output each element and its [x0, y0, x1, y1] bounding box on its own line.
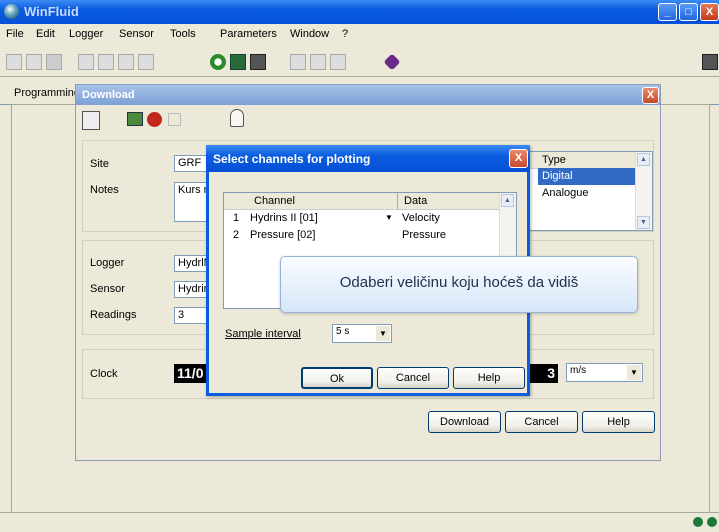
table-icon[interactable]: [98, 54, 114, 70]
stop-icon[interactable]: [147, 112, 162, 127]
type-item-label: Analogue: [542, 187, 589, 199]
scroll-up-icon[interactable]: ▲: [637, 153, 650, 166]
notes-label: Notes: [90, 184, 119, 196]
antenna-icon[interactable]: [230, 109, 244, 127]
chevron-down-icon[interactable]: ▼: [376, 326, 390, 341]
select-cursor-icon[interactable]: [82, 111, 100, 130]
unit-value: m/s: [570, 365, 587, 376]
menu-parameters[interactable]: Parameters: [220, 28, 277, 40]
type-header-label: Type: [542, 154, 566, 166]
download-help-button[interactable]: Help: [582, 411, 655, 433]
sensor-label: Sensor: [90, 283, 125, 295]
menu-tools[interactable]: Tools: [170, 28, 196, 40]
type-scrollbar[interactable]: ▲ ▼: [635, 152, 652, 230]
readings-label: Readings: [90, 309, 137, 321]
clock-display: 11/0: [174, 364, 208, 383]
logger-field: HydrlN: [174, 255, 208, 272]
download-titlebar: Download X: [76, 85, 660, 105]
clock-icon[interactable]: [210, 54, 226, 70]
document-icon[interactable]: [290, 54, 306, 70]
tab-programming[interactable]: Programming: [14, 87, 80, 99]
sample-interval-value: 5 s: [336, 326, 350, 337]
table-header: Channel Data: [224, 193, 500, 210]
edit-icon[interactable]: [78, 54, 94, 70]
type-item-label: Digital: [542, 170, 573, 182]
close-button[interactable]: X: [700, 3, 719, 21]
undo-icon[interactable]: [168, 113, 181, 126]
status-bar: [0, 512, 719, 532]
export-icon[interactable]: [118, 54, 134, 70]
settings-icon[interactable]: [330, 54, 346, 70]
minimize-button[interactable]: _: [658, 3, 677, 21]
app-titlebar: WinFluid _ □ X: [0, 0, 719, 24]
readings-field: 3: [174, 307, 208, 324]
col-channel: Channel: [254, 195, 295, 207]
type-item-digital[interactable]: Digital: [538, 168, 637, 185]
download-close-button[interactable]: X: [642, 87, 659, 104]
unit-select[interactable]: m/s ▼: [566, 363, 643, 382]
menu-help[interactable]: ?: [342, 28, 348, 40]
notes-field[interactable]: Kurs m: [174, 182, 208, 222]
type-item-analogue[interactable]: Analogue: [538, 186, 637, 202]
menu-logger[interactable]: Logger: [69, 28, 103, 40]
sample-interval-label: Sample interval: [225, 328, 301, 340]
row-channel: Pressure [02]: [250, 229, 316, 241]
edit-pencil-icon[interactable]: [127, 112, 143, 126]
open-icon[interactable]: [26, 54, 42, 70]
row-number: 1: [233, 212, 240, 224]
sensor-field: Hydrins: [174, 281, 208, 298]
row-number: 2: [233, 229, 240, 241]
new-icon[interactable]: [6, 54, 22, 70]
select-dialog-titlebar: Select channels for plotting X: [206, 145, 530, 172]
hint-text: Odaberi veličinu koju hoćeš da vidiš: [339, 274, 579, 291]
chevron-down-icon[interactable]: ▼: [385, 213, 393, 222]
toolbar: [0, 44, 719, 77]
status-led-icon: [693, 517, 703, 527]
clock-label: Clock: [90, 368, 118, 380]
logger-icon[interactable]: [230, 54, 246, 70]
table-row[interactable]: 1 Hydrins II [01] ▼ Velocity: [224, 210, 500, 226]
hint-tooltip: Odaberi veličinu koju hoćeš da vidiš: [280, 256, 638, 313]
col-data: Data: [404, 195, 428, 207]
download-cancel-button[interactable]: Cancel: [505, 411, 578, 433]
select-dialog-title: Select channels for plotting: [213, 152, 371, 166]
scroll-up-icon[interactable]: ▲: [501, 194, 514, 207]
menu-bar: File Edit Logger Sensor Tools Parameters…: [0, 24, 719, 44]
manual-icon[interactable]: [383, 53, 401, 71]
logger-label: Logger: [90, 257, 125, 269]
menu-edit[interactable]: Edit: [36, 28, 55, 40]
graph-icon[interactable]: [310, 54, 326, 70]
select-cancel-button[interactable]: Cancel: [377, 367, 449, 389]
chevron-down-icon[interactable]: ▼: [627, 365, 641, 380]
maximize-button[interactable]: □: [679, 3, 698, 21]
scroll-down-icon[interactable]: ▼: [637, 216, 650, 229]
row-data: Pressure: [402, 229, 447, 241]
download-title: Download: [82, 89, 135, 101]
menu-sensor[interactable]: Sensor: [119, 28, 154, 40]
table-row[interactable]: 2 Pressure [02] Pressure: [224, 227, 500, 243]
site-label: Site: [90, 158, 109, 170]
status-led-icon: [707, 517, 717, 527]
row-data: Velocity: [402, 212, 440, 224]
network-icon[interactable]: [702, 54, 718, 70]
row-channel: Hydrins II [01]: [250, 212, 318, 224]
clock-display-tail: 3: [526, 364, 558, 383]
sample-interval-select[interactable]: 5 s ▼: [332, 324, 392, 343]
app-logo-icon: [4, 4, 19, 19]
ok-button[interactable]: Ok: [301, 367, 373, 389]
chart-icon[interactable]: [138, 54, 154, 70]
printer-icon[interactable]: [250, 54, 266, 70]
menu-window[interactable]: Window: [290, 28, 329, 40]
site-field[interactable]: GRF: [174, 155, 208, 172]
save-icon[interactable]: [46, 54, 62, 70]
select-dialog-close-button[interactable]: X: [509, 149, 528, 168]
select-help-button[interactable]: Help: [453, 367, 525, 389]
download-button[interactable]: Download: [428, 411, 501, 433]
app-title: WinFluid: [24, 4, 79, 19]
menu-file[interactable]: File: [6, 28, 24, 40]
